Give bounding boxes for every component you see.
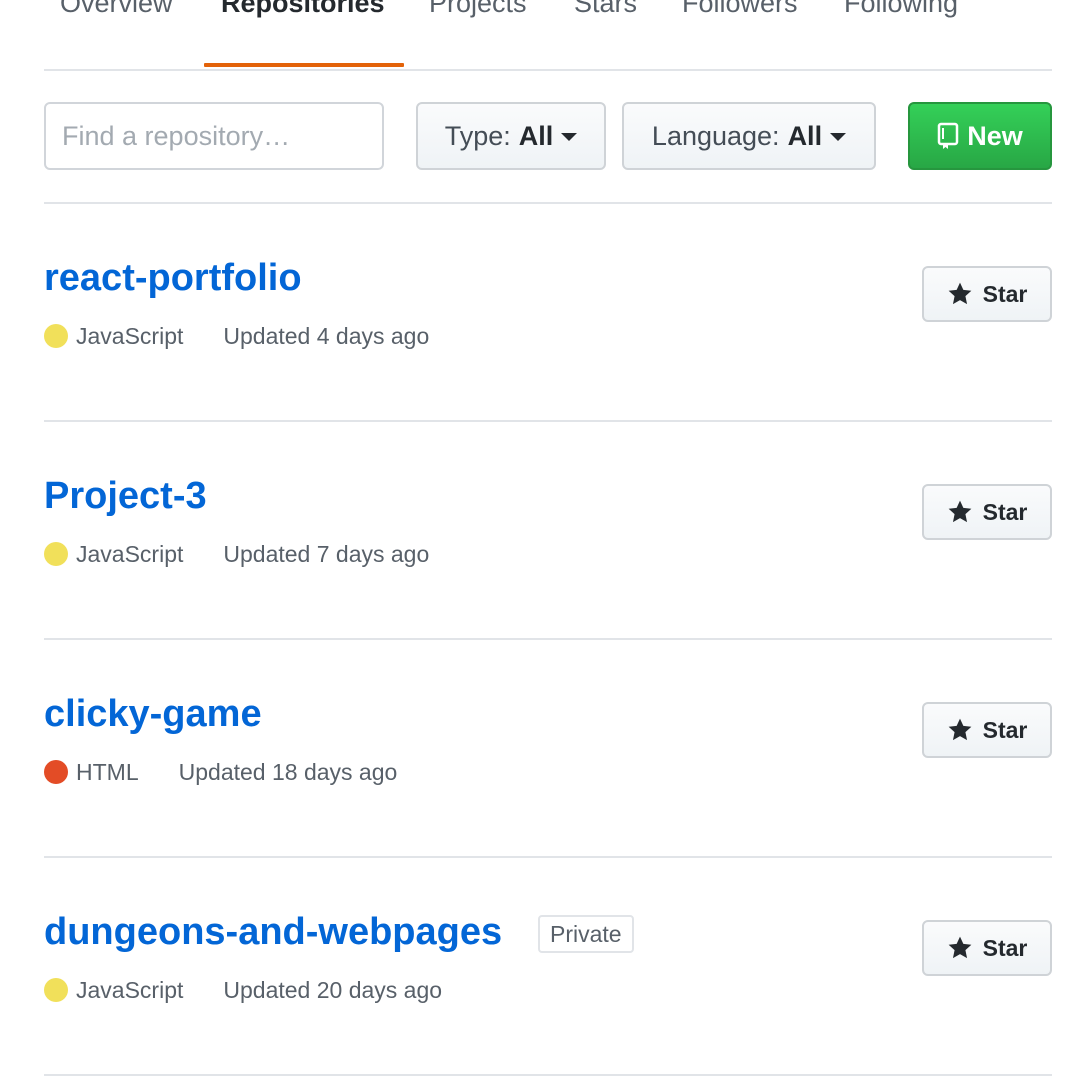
repo-language: JavaScript bbox=[76, 322, 184, 349]
language-color-dot bbox=[44, 760, 68, 784]
repo-updated: Updated 20 days ago bbox=[223, 976, 443, 1003]
repo-list-item: Project-3 JavaScript Updated 7 days ago … bbox=[44, 421, 1052, 639]
repo-list-item: react-portfolio JavaScript Updated 4 day… bbox=[44, 203, 1052, 421]
language-filter-label: Language: bbox=[651, 120, 780, 151]
tab-stars[interactable]: Stars bbox=[574, 0, 637, 19]
language-color-dot bbox=[44, 324, 68, 348]
repo-name-link[interactable]: Project-3 bbox=[44, 475, 207, 518]
find-repository-input[interactable] bbox=[44, 102, 384, 170]
repo-meta: JavaScript Updated 20 days ago bbox=[44, 975, 442, 1005]
repo-language: JavaScript bbox=[76, 540, 184, 567]
star-button[interactable]: Star bbox=[922, 484, 1052, 540]
type-filter-value: All bbox=[518, 120, 554, 151]
star-label: Star bbox=[982, 934, 1028, 961]
repo-updated: Updated 7 days ago bbox=[223, 540, 430, 567]
repo-language: HTML bbox=[76, 758, 139, 785]
star-label: Star bbox=[982, 498, 1028, 525]
language-filter-value: All bbox=[787, 120, 823, 151]
caret-down-icon bbox=[830, 133, 847, 141]
profile-tabs: Overview Repositories Projects Stars Fol… bbox=[44, 0, 1052, 71]
repo-name-link[interactable]: clicky-game bbox=[44, 693, 262, 736]
language-color-dot bbox=[44, 978, 68, 1002]
star-label: Star bbox=[982, 716, 1028, 743]
language-color-dot bbox=[44, 542, 68, 566]
tab-overview[interactable]: Overview bbox=[60, 0, 173, 19]
repo-name-link[interactable]: dungeons-and-webpages bbox=[44, 911, 502, 954]
repo-language: JavaScript bbox=[76, 976, 184, 1003]
repo-updated: Updated 18 days ago bbox=[178, 758, 398, 785]
repo-meta: JavaScript Updated 4 days ago bbox=[44, 321, 429, 351]
repo-filter-bar: Type: All Language: All New bbox=[44, 102, 1052, 170]
private-badge: Private bbox=[538, 915, 634, 953]
caret-down-icon bbox=[561, 133, 578, 141]
star-label: Star bbox=[982, 280, 1028, 307]
star-button[interactable]: Star bbox=[922, 702, 1052, 758]
new-button-label: New bbox=[967, 120, 1023, 151]
star-icon bbox=[948, 718, 971, 741]
new-repository-button[interactable]: New bbox=[908, 102, 1052, 170]
repo-divider bbox=[44, 1074, 1052, 1076]
repo-name-link[interactable]: react-portfolio bbox=[44, 257, 302, 300]
language-filter-dropdown[interactable]: Language: All bbox=[622, 102, 876, 170]
tab-repositories[interactable]: Repositories bbox=[221, 0, 385, 19]
repo-list-item: clicky-game HTML Updated 18 days ago Sta… bbox=[44, 639, 1052, 857]
type-filter-dropdown[interactable]: Type: All bbox=[416, 102, 606, 170]
type-filter-label: Type: bbox=[444, 120, 511, 151]
star-icon bbox=[948, 282, 971, 305]
tab-projects[interactable]: Projects bbox=[429, 0, 527, 19]
star-button[interactable]: Star bbox=[922, 920, 1052, 976]
repo-list-item: dungeons-and-webpages Private JavaScript… bbox=[44, 857, 1052, 1075]
selected-tab-underline bbox=[204, 63, 404, 67]
tab-followers[interactable]: Followers bbox=[682, 0, 798, 19]
repo-meta: HTML Updated 18 days ago bbox=[44, 757, 397, 787]
star-button[interactable]: Star bbox=[922, 266, 1052, 322]
repo-updated: Updated 4 days ago bbox=[223, 322, 430, 349]
repo-meta: JavaScript Updated 7 days ago bbox=[44, 539, 429, 569]
star-icon bbox=[948, 500, 971, 523]
tab-following[interactable]: Following bbox=[844, 0, 958, 19]
repo-icon bbox=[937, 122, 959, 149]
star-icon bbox=[948, 936, 971, 959]
